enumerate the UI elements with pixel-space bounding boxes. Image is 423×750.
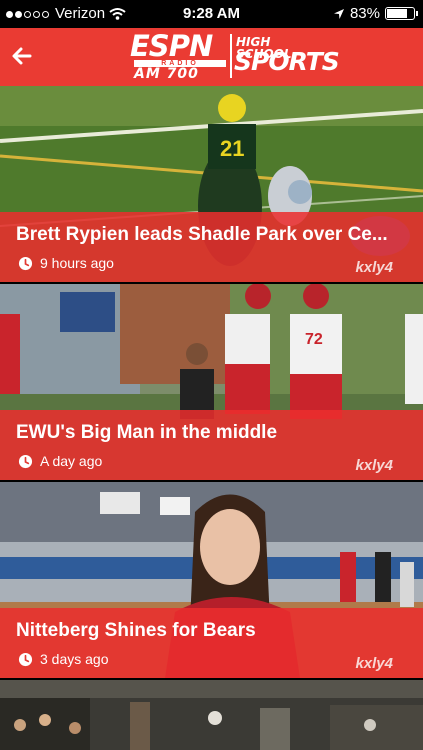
story-headline: Nitteberg Shines for Bears [16,620,256,641]
clock-icon [18,454,33,468]
battery-icon [385,7,418,20]
kxly-watermark: kxly4 [355,457,393,474]
story-time-row: 3 days ago [18,651,109,667]
clock-icon [18,652,33,666]
kxly-watermark: kxly4 [355,259,393,276]
story-time-row: A day ago [18,453,102,469]
battery-percent: 83% [349,5,380,22]
logo-espn-text: ESPN [130,29,213,63]
story-caption: Brett Rypien leads Shadle Park over Ce..… [0,212,423,282]
story-card-partial[interactable] [0,680,423,750]
battery-level [387,9,407,18]
story-caption: EWU's Big Man in the middle A day ago kx… [0,410,423,480]
story-caption: Nitteberg Shines for Bears 3 days ago kx… [0,608,423,678]
story-card[interactable]: Nitteberg Shines for Bears 3 days ago kx… [0,482,423,678]
logo-divider [230,34,232,78]
story-timestamp: 9 hours ago [40,255,114,271]
story-card[interactable]: 72 EWU's Big Man in the middle A day ago… [0,284,423,480]
app-header: ESPN RADIO AM 700 HIGH SCHOOL SPORTS [0,28,423,86]
story-time-row: 9 hours ago [18,255,114,271]
logo-station-text: AM 700 [134,66,199,82]
story-timestamp: A day ago [40,453,103,469]
story-headline: Brett Rypien leads Shadle Park over Ce..… [16,224,388,245]
espn-radio-logo: ESPN RADIO AM 700 HIGH SCHOOL SPORTS [130,29,340,82]
story-photo-crowd [0,680,423,750]
svg-text:72: 72 [305,331,323,348]
story-timestamp: 3 days ago [40,651,109,667]
story-headline: EWU's Big Man in the middle [16,422,278,443]
story-feed: 21 Brett Rypien leads Shadle Park over C… [0,86,423,750]
kxly-watermark: kxly4 [355,655,393,672]
left-arrow-icon[interactable] [10,44,34,68]
status-bar: Verizon 9:28 AM 83% [0,0,423,28]
story-card[interactable]: 21 Brett Rypien leads Shadle Park over C… [0,86,423,282]
location-arrow-icon [333,8,344,19]
clock-icon [18,256,33,270]
status-right: 83% [333,5,418,22]
svg-text:21: 21 [220,136,244,161]
logo-sports-text: SPORTS [234,47,340,76]
